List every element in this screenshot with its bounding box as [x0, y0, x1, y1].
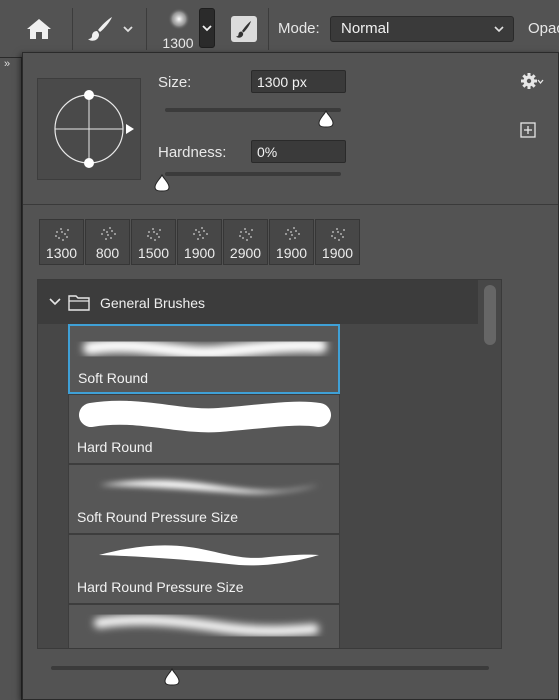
brush-name: Hard Round — [77, 439, 153, 455]
recent-brush-tile[interactable]: 1900 — [315, 219, 360, 265]
soft-round-stroke-preview — [83, 338, 327, 360]
brush-settings-panel-icon[interactable] — [231, 16, 257, 42]
hard-round-stroke-preview — [79, 400, 331, 433]
separator — [146, 8, 147, 50]
scatter-brush-icon — [101, 227, 116, 240]
brush-item-soft-round-pressure-size[interactable]: Soft Round Pressure Size — [68, 464, 340, 534]
hard-round-pressure-stroke-preview — [99, 545, 319, 566]
scatter-brush-icon — [285, 227, 300, 240]
hardness-slider-thumb[interactable] — [153, 174, 171, 192]
recent-brush-size: 1900 — [321, 245, 354, 261]
brush-name: Hard Round Pressure Size — [77, 579, 244, 595]
recent-brush-tile[interactable]: 2900 — [223, 219, 268, 265]
new-preset-icon[interactable] — [520, 122, 536, 138]
hardness-label: Hardness: — [158, 144, 227, 161]
brush-name: Soft Round — [78, 370, 149, 386]
options-bar: 1300 Mode: Normal Opac — [0, 0, 559, 58]
recent-brush-size: 1900 — [183, 245, 216, 261]
brush-picker-toggle[interactable] — [199, 8, 215, 48]
size-label: Size: — [158, 74, 192, 91]
tool-preset-chevron-icon[interactable] — [121, 22, 135, 36]
tools-panel: » — [0, 58, 22, 700]
scatter-brush-icon — [147, 228, 161, 241]
partial-stroke-preview — [94, 615, 319, 636]
recent-brush-size: 1300 — [45, 245, 78, 261]
chevron-down-icon — [202, 25, 212, 32]
folder-icon — [68, 295, 90, 311]
mode-select-value: Normal — [341, 20, 390, 37]
brush-preview-icon[interactable] — [161, 6, 197, 34]
collapse-arrows-icon[interactable]: » — [4, 58, 10, 70]
recent-brush-tile[interactable]: 1500 — [131, 219, 176, 265]
recent-brush-tile[interactable]: 800 — [85, 219, 130, 265]
preview-size-slider-thumb[interactable] — [163, 668, 181, 686]
hardness-field[interactable]: 0% — [251, 140, 346, 163]
chevron-down-icon[interactable] — [48, 296, 62, 308]
brush-list: General Brushes Soft Round Hard Round So… — [37, 279, 502, 649]
scatter-brush-icon — [331, 228, 345, 241]
chevron-down-icon — [494, 26, 504, 33]
brush-item-partial[interactable] — [68, 604, 340, 648]
size-slider-track[interactable] — [165, 108, 341, 112]
recent-brush-tile[interactable]: 1900 — [269, 219, 314, 265]
brush-list-scroll-thumb[interactable] — [484, 285, 496, 345]
recent-brush-size: 1500 — [137, 245, 170, 261]
scatter-brush-icon — [239, 228, 253, 241]
hardness-slider-track[interactable] — [165, 172, 341, 176]
brush-preset-picker: Size: 1300 px Hardness: 0% 1300 800 1500… — [22, 52, 559, 700]
mode-select[interactable]: Normal — [330, 16, 514, 42]
brush-angle-roundness-widget[interactable] — [37, 78, 141, 180]
opacity-label: Opac — [528, 20, 559, 37]
brush-item-hard-round[interactable]: Hard Round — [68, 394, 340, 464]
recent-brush-tile[interactable]: 1900 — [177, 219, 222, 265]
brush-group-header[interactable]: General Brushes — [38, 280, 478, 324]
gear-icon[interactable] — [520, 71, 544, 91]
scatter-brush-icon — [193, 227, 208, 240]
recent-brushes-row: 1300 800 1500 1900 2900 1900 1900 — [39, 219, 361, 265]
recent-brush-size: 800 — [95, 245, 120, 261]
preview-size-slider-track[interactable] — [51, 666, 489, 670]
size-slider-thumb[interactable] — [317, 110, 335, 128]
separator — [72, 8, 73, 50]
angle-roundness-icon — [54, 90, 134, 168]
brush-settings-glyph-icon — [236, 21, 251, 38]
soft-round-pressure-stroke-preview — [99, 480, 319, 494]
brush-group-label: General Brushes — [100, 295, 206, 311]
mode-label: Mode: — [278, 20, 320, 37]
separator — [268, 8, 269, 50]
scatter-brush-icon — [55, 228, 69, 241]
brush-tool-icon[interactable] — [86, 15, 114, 43]
brush-settings-section: Size: 1300 px Hardness: 0% — [23, 53, 558, 205]
brush-item-hard-round-pressure-size[interactable]: Hard Round Pressure Size — [68, 534, 340, 604]
home-icon[interactable] — [26, 17, 52, 41]
brush-name: Soft Round Pressure Size — [77, 509, 239, 525]
recent-brush-size: 2900 — [229, 245, 262, 261]
brush-size-label: 1300 — [162, 35, 194, 51]
size-field[interactable]: 1300 px — [251, 70, 346, 93]
recent-brush-tile[interactable]: 1300 — [39, 219, 84, 265]
brush-item-soft-round[interactable]: Soft Round — [68, 324, 340, 394]
recent-brush-size: 1900 — [275, 245, 308, 261]
